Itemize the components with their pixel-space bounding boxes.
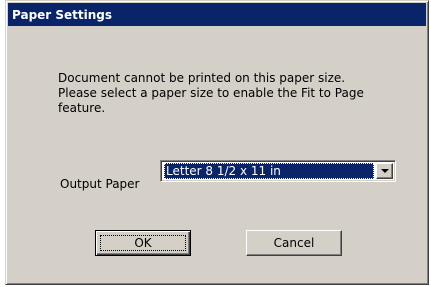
output-paper-selected-value[interactable]: Letter 8 1/2 x 11 in: [164, 163, 374, 179]
message-text: Document cannot be printed on this paper…: [58, 71, 398, 116]
focus-rect: [100, 235, 186, 251]
message-line-3: feature.: [58, 101, 106, 115]
ok-button[interactable]: OK: [95, 230, 191, 256]
cancel-button[interactable]: Cancel: [246, 230, 342, 256]
message-line-2: Please select a paper size to enable the…: [58, 86, 364, 100]
cancel-button-label: Cancel: [273, 236, 315, 250]
paper-settings-dialog: Paper Settings Document cannot be printe…: [5, 0, 429, 285]
dropdown-button[interactable]: [376, 163, 393, 179]
output-paper-label: Output Paper: [60, 177, 140, 191]
title-bar[interactable]: Paper Settings: [8, 3, 426, 26]
output-paper-select[interactable]: Letter 8 1/2 x 11 in: [160, 160, 396, 182]
dialog-title: Paper Settings: [12, 7, 113, 22]
message-line-1: Document cannot be printed on this paper…: [58, 71, 346, 85]
chevron-down-icon: [380, 169, 389, 173]
